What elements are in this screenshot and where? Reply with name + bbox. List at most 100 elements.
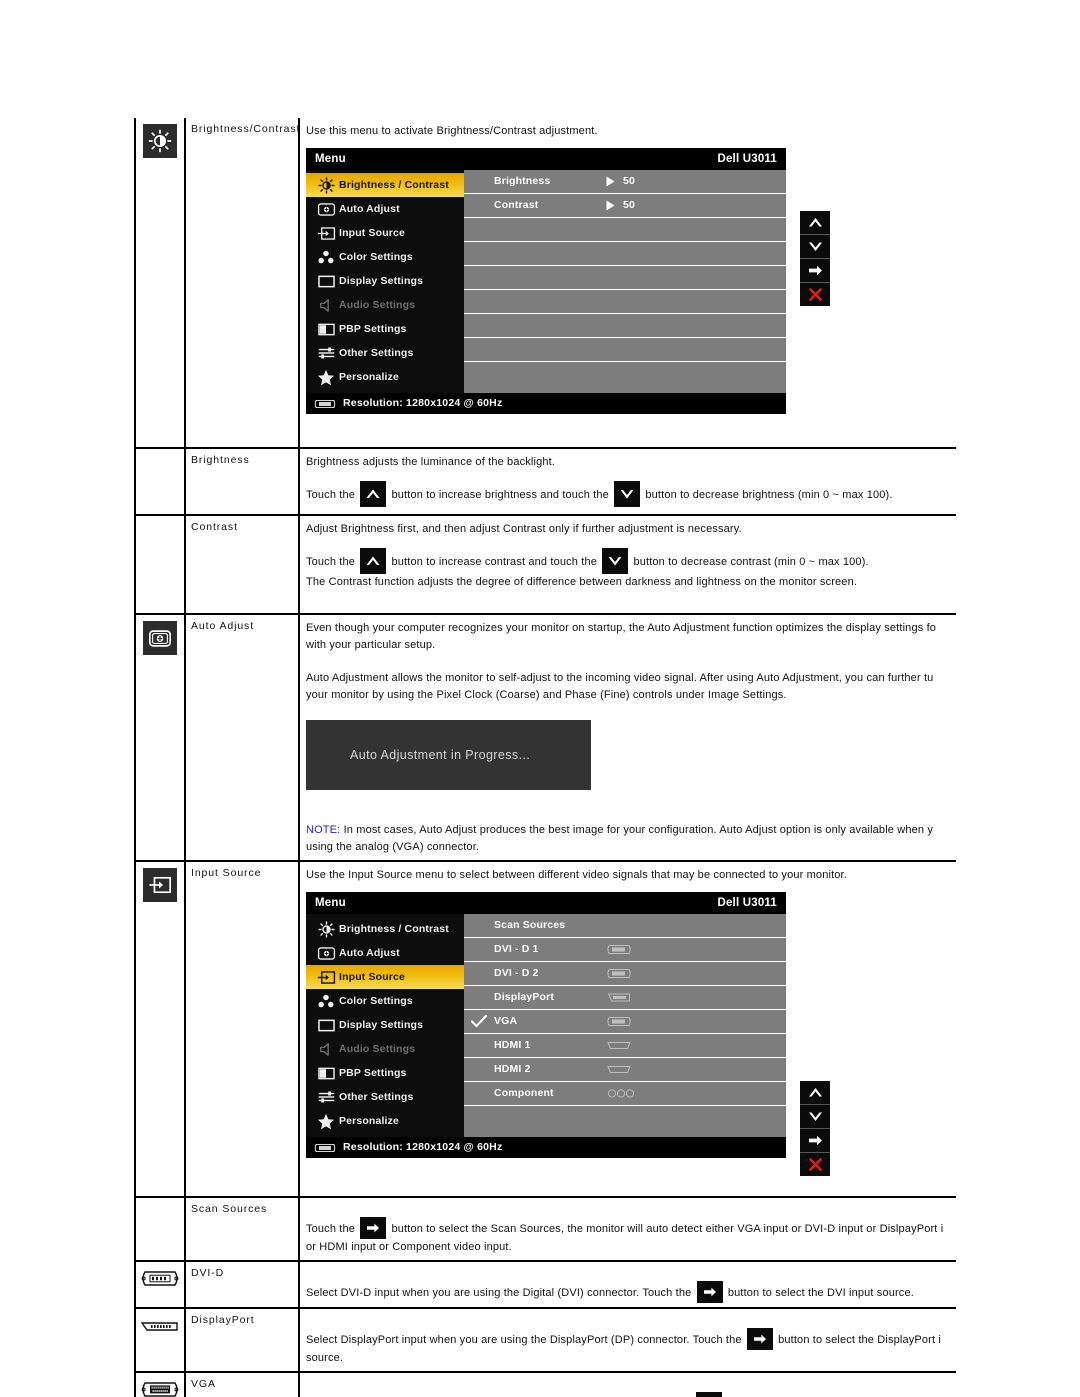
brightness-contrast-icon xyxy=(313,176,339,194)
contrast-line2-c: button to decrease contrast (min 0 ~ max… xyxy=(633,556,869,568)
color-settings-icon xyxy=(313,993,339,1009)
sidebar-item-personalize[interactable]: Personalize xyxy=(306,365,464,389)
sidebar-item-color-settings[interactable]: Color Settings xyxy=(306,989,464,1013)
row-label-vga: VGA xyxy=(186,1373,300,1397)
right-arrow-key[interactable] xyxy=(800,1129,830,1153)
contrast-line2-a: Touch the xyxy=(306,556,356,568)
sidebar-item-label: Other Settings xyxy=(339,1090,414,1103)
row-label-scan-sources: Scan Sources xyxy=(186,1198,300,1260)
sidebar-item-auto-adjust[interactable]: Auto Adjust xyxy=(306,941,464,965)
right-arrow-key[interactable] xyxy=(696,1392,723,1397)
sidebar-item-other-settings[interactable]: Other Settings xyxy=(306,341,464,365)
contrast-line1: Adjust Brightness first, and then adjust… xyxy=(306,523,742,535)
right-arrow-key[interactable] xyxy=(696,1281,723,1303)
sidebar-item-other-settings[interactable]: Other Settings xyxy=(306,1085,464,1109)
sidebar-item-label: Input Source xyxy=(339,970,405,983)
osd-sidebar: Brightness / Contrast Auto Adjust Input … xyxy=(306,914,464,1137)
osd-row-vga[interactable]: VGA xyxy=(464,1010,786,1034)
scan-sources-line1-b: button to select the Scan Sources, the m… xyxy=(391,1223,944,1235)
personalize-star-icon xyxy=(313,1113,339,1130)
osd-row-dvi-d-2[interactable]: DVI - D 2 xyxy=(464,962,786,986)
osd-row-hdmi-1[interactable]: HDMI 1 xyxy=(464,1034,786,1058)
down-arrow-key[interactable] xyxy=(602,548,629,574)
scan-sources-line1: Touch the button to select the Scan Sour… xyxy=(306,1217,956,1239)
displayport-connector-icon xyxy=(138,1315,182,1335)
up-arrow-key[interactable] xyxy=(360,548,387,574)
up-arrow-key[interactable] xyxy=(800,211,830,235)
osd-row-empty xyxy=(464,242,786,266)
down-arrow-key[interactable] xyxy=(800,1105,830,1129)
osd-row-label: HDMI 1 xyxy=(494,1039,531,1051)
sidebar-item-personalize[interactable]: Personalize xyxy=(306,1109,464,1133)
row-body-auto-adjust: Even though your computer recognizes you… xyxy=(300,615,956,860)
hdmi-connector-icon xyxy=(606,1064,632,1075)
sidebar-item-label: Input Source xyxy=(339,226,405,239)
up-arrow-key[interactable] xyxy=(800,1081,830,1105)
down-arrow-key[interactable] xyxy=(800,235,830,259)
brightness-line2: Touch the button to increase brightness … xyxy=(306,481,956,507)
sidebar-item-display-settings[interactable]: Display Settings xyxy=(306,1013,464,1037)
row-icon-cell xyxy=(134,862,186,1196)
sidebar-item-pbp-settings[interactable]: PBP Settings xyxy=(306,1061,464,1085)
pbp-settings-icon xyxy=(313,1066,339,1081)
row-icon-cell xyxy=(134,1373,186,1397)
osd-row-hdmi-2[interactable]: HDMI 2 xyxy=(464,1058,786,1082)
sidebar-item-label: Brightness / Contrast xyxy=(339,178,449,191)
osd-row-contrast[interactable]: Contrast 50 xyxy=(464,194,786,218)
row-body-brightness-contrast: Use this menu to activate Brightness/Con… xyxy=(300,118,956,447)
osd-row-component[interactable]: Component xyxy=(464,1082,786,1106)
vga-connector-icon xyxy=(138,1379,182,1397)
sidebar-item-label: Personalize xyxy=(339,1114,400,1127)
sidebar-item-brightness-contrast[interactable]: Brightness / Contrast xyxy=(306,173,464,197)
row-icon-cell xyxy=(134,1198,186,1260)
vga-connector-icon xyxy=(606,1016,632,1027)
sidebar-item-display-settings[interactable]: Display Settings xyxy=(306,269,464,293)
osd-content-panel: Brightness 50 Contrast 50 xyxy=(464,170,786,393)
row-body-scan-sources: Touch the button to select the Scan Sour… xyxy=(300,1198,956,1260)
input-source-icon xyxy=(313,970,339,985)
brightness-line2-b: button to increase brightness and touch … xyxy=(391,489,609,501)
osd-row-value: 50 xyxy=(623,175,635,187)
sidebar-item-auto-adjust[interactable]: Auto Adjust xyxy=(306,197,464,221)
auto-adjust-p2-l2: your monitor by using the Pixel Clock (C… xyxy=(306,689,787,701)
sidebar-item-label: Audio Settings xyxy=(339,1042,416,1055)
sidebar-item-label: Personalize xyxy=(339,370,400,383)
exit-x-key[interactable] xyxy=(800,1153,830,1176)
right-arrow-key[interactable] xyxy=(800,259,830,283)
note-text-line1: In most cases, Auto Adjust produces the … xyxy=(343,824,934,836)
audio-settings-icon xyxy=(313,1042,339,1057)
table-row-dvi-d: DVI-D Select DVI-D input when you are us… xyxy=(134,1262,956,1309)
checkmark-icon xyxy=(464,1015,494,1028)
brightness-contrast-icon xyxy=(143,124,177,158)
right-arrow-key[interactable] xyxy=(746,1328,773,1350)
osd-row-dvi-d-1[interactable]: DVI - D 1 xyxy=(464,938,786,962)
osd-brightness-contrast[interactable]: Menu Dell U3011 Brightness / Contrast Au… xyxy=(306,148,786,414)
osd-row-empty xyxy=(464,218,786,242)
osd-row-label: Brightness xyxy=(494,175,551,187)
up-arrow-key[interactable] xyxy=(360,481,387,507)
down-arrow-key[interactable] xyxy=(614,481,641,507)
sidebar-item-pbp-settings[interactable]: PBP Settings xyxy=(306,317,464,341)
sidebar-item-brightness-contrast[interactable]: Brightness / Contrast xyxy=(306,917,464,941)
other-settings-icon xyxy=(313,345,339,361)
auto-adjust-p1-l2: with your particular setup. xyxy=(306,639,436,651)
right-arrow-key[interactable] xyxy=(360,1217,387,1239)
table-row-brightness: Brightness Brightness adjusts the lumina… xyxy=(134,449,956,516)
sidebar-item-color-settings[interactable]: Color Settings xyxy=(306,245,464,269)
component-connector-icon xyxy=(606,1088,636,1099)
sidebar-item-input-source[interactable]: Input Source xyxy=(306,221,464,245)
osd-nav-key-group[interactable] xyxy=(800,211,830,306)
osd-row-scan-sources[interactable]: Scan Sources xyxy=(464,914,786,938)
row-label-displayport: DisplayPort xyxy=(186,1309,300,1371)
osd-input-source[interactable]: Menu Dell U3011 Brightness / Contrast Au… xyxy=(306,892,786,1158)
osd-row-brightness[interactable]: Brightness 50 xyxy=(464,170,786,194)
osd-row-displayport[interactable]: DisplayPort xyxy=(464,986,786,1010)
osd-row-label: Scan Sources xyxy=(494,919,566,931)
sidebar-item-input-source[interactable]: Input Source xyxy=(306,965,464,989)
osd-footer-resolution: Resolution: 1280x1024 @ 60Hz xyxy=(343,397,503,409)
exit-x-key[interactable] xyxy=(800,283,830,306)
other-settings-icon xyxy=(313,1089,339,1105)
osd-row-label: DVI - D 2 xyxy=(494,967,539,979)
osd-nav-key-group[interactable] xyxy=(800,1081,830,1176)
audio-settings-icon xyxy=(313,298,339,313)
